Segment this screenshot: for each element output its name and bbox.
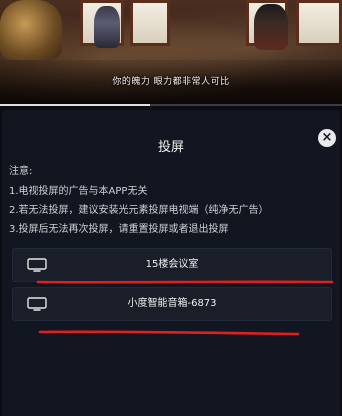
notice-heading: 注意:	[9, 166, 33, 177]
device-label: 15楼会议室	[145, 259, 199, 270]
video-progress-bar[interactable]	[0, 104, 342, 106]
video-subtitle: 你的魄力 眼力都非常人可比	[112, 77, 230, 87]
video-player[interactable]: 你的魄力 眼力都非常人可比	[0, 0, 342, 106]
scene-panel	[130, 0, 170, 46]
scene-figure	[254, 4, 288, 50]
notice-line: 1.电视投屏的广告与本APP无关	[9, 186, 148, 197]
cast-screen: 你的魄力 眼力都非常人可比 × 投屏 注意: 1.电视投屏的广告与本APP无关 …	[0, 0, 342, 416]
device-item[interactable]: 15楼会议室	[12, 248, 332, 282]
scene-figure	[94, 6, 120, 48]
notice-line: 2.若无法投屏，建议安装光元素投屏电视端（纯净无广告）	[9, 205, 269, 216]
video-progress-fill	[0, 104, 151, 106]
device-item[interactable]: 小度智能音箱-6873	[12, 287, 332, 321]
scene-figure	[0, 0, 62, 60]
notice-line: 3.投屏后无法再次投屏，请重置投屏或者退出投屏	[9, 224, 229, 235]
sheet-title: 投屏	[157, 140, 184, 155]
device-label: 小度智能音箱-6873	[127, 298, 217, 309]
scene-panel	[296, 0, 342, 46]
